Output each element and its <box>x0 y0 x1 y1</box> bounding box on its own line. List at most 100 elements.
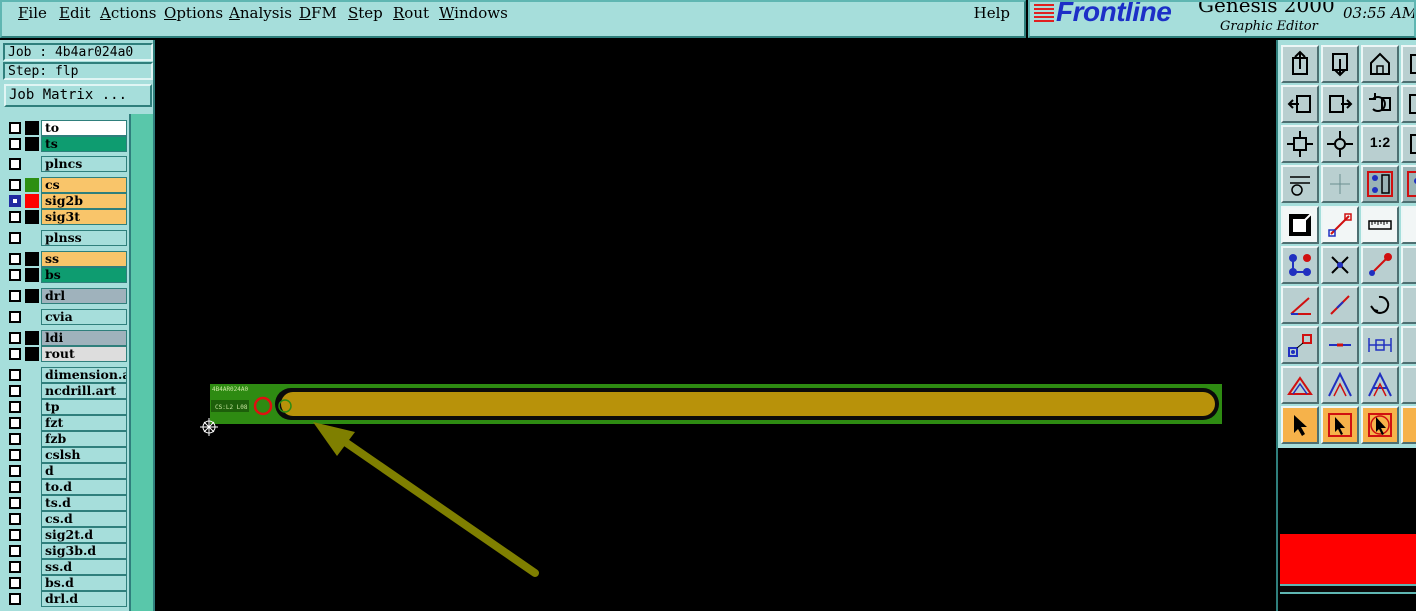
layer-row[interactable]: ss.d <box>4 559 127 575</box>
layer-checkbox[interactable] <box>9 561 21 573</box>
layer-name[interactable]: plnss <box>41 230 127 246</box>
layer-row[interactable]: sig3b.d <box>4 543 127 559</box>
layer-color-swatch[interactable] <box>25 368 39 382</box>
tool-button-open-job[interactable] <box>1281 45 1319 83</box>
layer-checkbox[interactable] <box>9 195 21 207</box>
tool-button-dot[interactable] <box>1401 246 1416 284</box>
layer-row[interactable]: sig3t <box>4 209 127 225</box>
layer-color-swatch[interactable] <box>25 448 39 462</box>
tool-button-grid[interactable] <box>1321 165 1359 203</box>
tool-button-center[interactable] <box>1321 125 1359 163</box>
layer-color-swatch[interactable] <box>25 157 39 171</box>
layer-name[interactable]: cslsh <box>41 447 127 463</box>
layer-checkbox[interactable] <box>9 332 21 344</box>
layer-color-swatch[interactable] <box>25 231 39 245</box>
layer-row[interactable]: sig2t.d <box>4 527 127 543</box>
layer-row[interactable]: drl <box>4 288 127 304</box>
layer-name[interactable]: plncs <box>41 156 127 172</box>
menu-file[interactable]: File <box>18 4 47 22</box>
layer-name[interactable]: cs <box>41 177 127 193</box>
tool-button-triangle-up[interactable] <box>1321 366 1359 404</box>
layer-checkbox[interactable] <box>9 465 21 477</box>
layer-color-swatch[interactable] <box>25 544 39 558</box>
layer-color-swatch[interactable] <box>25 347 39 361</box>
menu-edit[interactable]: Edit <box>59 4 90 22</box>
layer-checkbox[interactable] <box>9 369 21 381</box>
layer-color-swatch[interactable] <box>25 416 39 430</box>
layer-row[interactable]: cs <box>4 177 127 193</box>
layer-name[interactable]: ldi <box>41 330 127 346</box>
layer-row[interactable]: plncs <box>4 156 127 172</box>
layer-checkbox[interactable] <box>9 481 21 493</box>
tool-button-letter-a[interactable] <box>1361 366 1399 404</box>
layer-color-swatch[interactable] <box>25 432 39 446</box>
layer-color-swatch[interactable] <box>25 289 39 303</box>
layer-color-swatch[interactable] <box>25 464 39 478</box>
layer-checkbox[interactable] <box>9 433 21 445</box>
tool-button-snap[interactable] <box>1281 165 1319 203</box>
layer-color-swatch[interactable] <box>25 576 39 590</box>
layer-row[interactable]: fzb <box>4 431 127 447</box>
layer-row[interactable]: plnss <box>4 230 127 246</box>
layer-checkbox[interactable] <box>9 269 21 281</box>
menu-options[interactable]: Options <box>164 4 223 22</box>
layer-name[interactable]: sig3t <box>41 209 127 225</box>
layer-color-swatch[interactable] <box>25 496 39 510</box>
layer-name[interactable]: to <box>41 120 127 136</box>
tool-button-pad[interactable] <box>1281 326 1319 364</box>
tool-button-undo[interactable] <box>1361 85 1399 123</box>
menu-actions[interactable]: Actions <box>100 4 156 22</box>
tool-button-letter-a2[interactable] <box>1401 366 1416 404</box>
layer-color-swatch[interactable] <box>25 252 39 266</box>
layer-row[interactable]: ncdrill.art <box>4 383 127 399</box>
layer-checkbox[interactable] <box>9 513 21 525</box>
layer-checkbox[interactable] <box>9 122 21 134</box>
layer-color-swatch[interactable] <box>25 560 39 574</box>
tool-button-zoom[interactable] <box>1401 85 1416 123</box>
layer-row[interactable]: fzt <box>4 415 127 431</box>
layer-name[interactable]: bs <box>41 267 127 283</box>
layer-checkbox[interactable] <box>9 232 21 244</box>
layer-row[interactable]: ts <box>4 136 127 152</box>
tool-button-ruler[interactable] <box>1361 206 1399 244</box>
layer-name[interactable]: drl.d <box>41 591 127 607</box>
tool-button-triangle[interactable] <box>1281 366 1319 404</box>
layer-color-swatch[interactable] <box>25 194 39 208</box>
layer-row[interactable]: to <box>4 120 127 136</box>
tool-button-pointer[interactable] <box>1281 406 1319 444</box>
layer-name[interactable]: sig2t.d <box>41 527 127 543</box>
layer-checkbox[interactable] <box>9 158 21 170</box>
layer-row[interactable]: rout <box>4 346 127 362</box>
layer-name[interactable]: rout <box>41 346 127 362</box>
layer-checkbox[interactable] <box>9 401 21 413</box>
layer-checkbox[interactable] <box>9 593 21 605</box>
layer-name[interactable]: cvia <box>41 309 127 325</box>
layer-row[interactable]: bs.d <box>4 575 127 591</box>
layer-row[interactable]: sig2b <box>4 193 127 209</box>
tool-button-fit[interactable] <box>1281 125 1319 163</box>
layer-checkbox[interactable] <box>9 449 21 461</box>
layer-checkbox[interactable] <box>9 545 21 557</box>
tool-button-minus[interactable] <box>1321 326 1359 364</box>
layer-row[interactable]: cslsh <box>4 447 127 463</box>
layer-color-swatch[interactable] <box>25 210 39 224</box>
layer-color-swatch[interactable] <box>25 480 39 494</box>
layer-row[interactable]: ldi <box>4 330 127 346</box>
tool-button-span[interactable] <box>1361 326 1399 364</box>
tool-button-connect[interactable] <box>1281 246 1319 284</box>
layer-name[interactable]: ts <box>41 136 127 152</box>
tool-button-bracket[interactable] <box>1401 286 1416 324</box>
layer-checkbox[interactable] <box>9 348 21 360</box>
layer-name[interactable]: sig2b <box>41 193 127 209</box>
layer-checkbox[interactable] <box>9 497 21 509</box>
layer-name[interactable]: ss <box>41 251 127 267</box>
layer-name[interactable]: to.d <box>41 479 127 495</box>
layer-row[interactable]: bs <box>4 267 127 283</box>
layer-row[interactable]: d <box>4 463 127 479</box>
tool-button-circle[interactable] <box>1401 206 1416 244</box>
tool-button-pointer-net[interactable] <box>1401 406 1416 444</box>
tool-button-window[interactable] <box>1401 45 1416 83</box>
layer-color-swatch[interactable] <box>25 512 39 526</box>
layer-color-swatch[interactable] <box>25 384 39 398</box>
layer-row[interactable]: cs.d <box>4 511 127 527</box>
